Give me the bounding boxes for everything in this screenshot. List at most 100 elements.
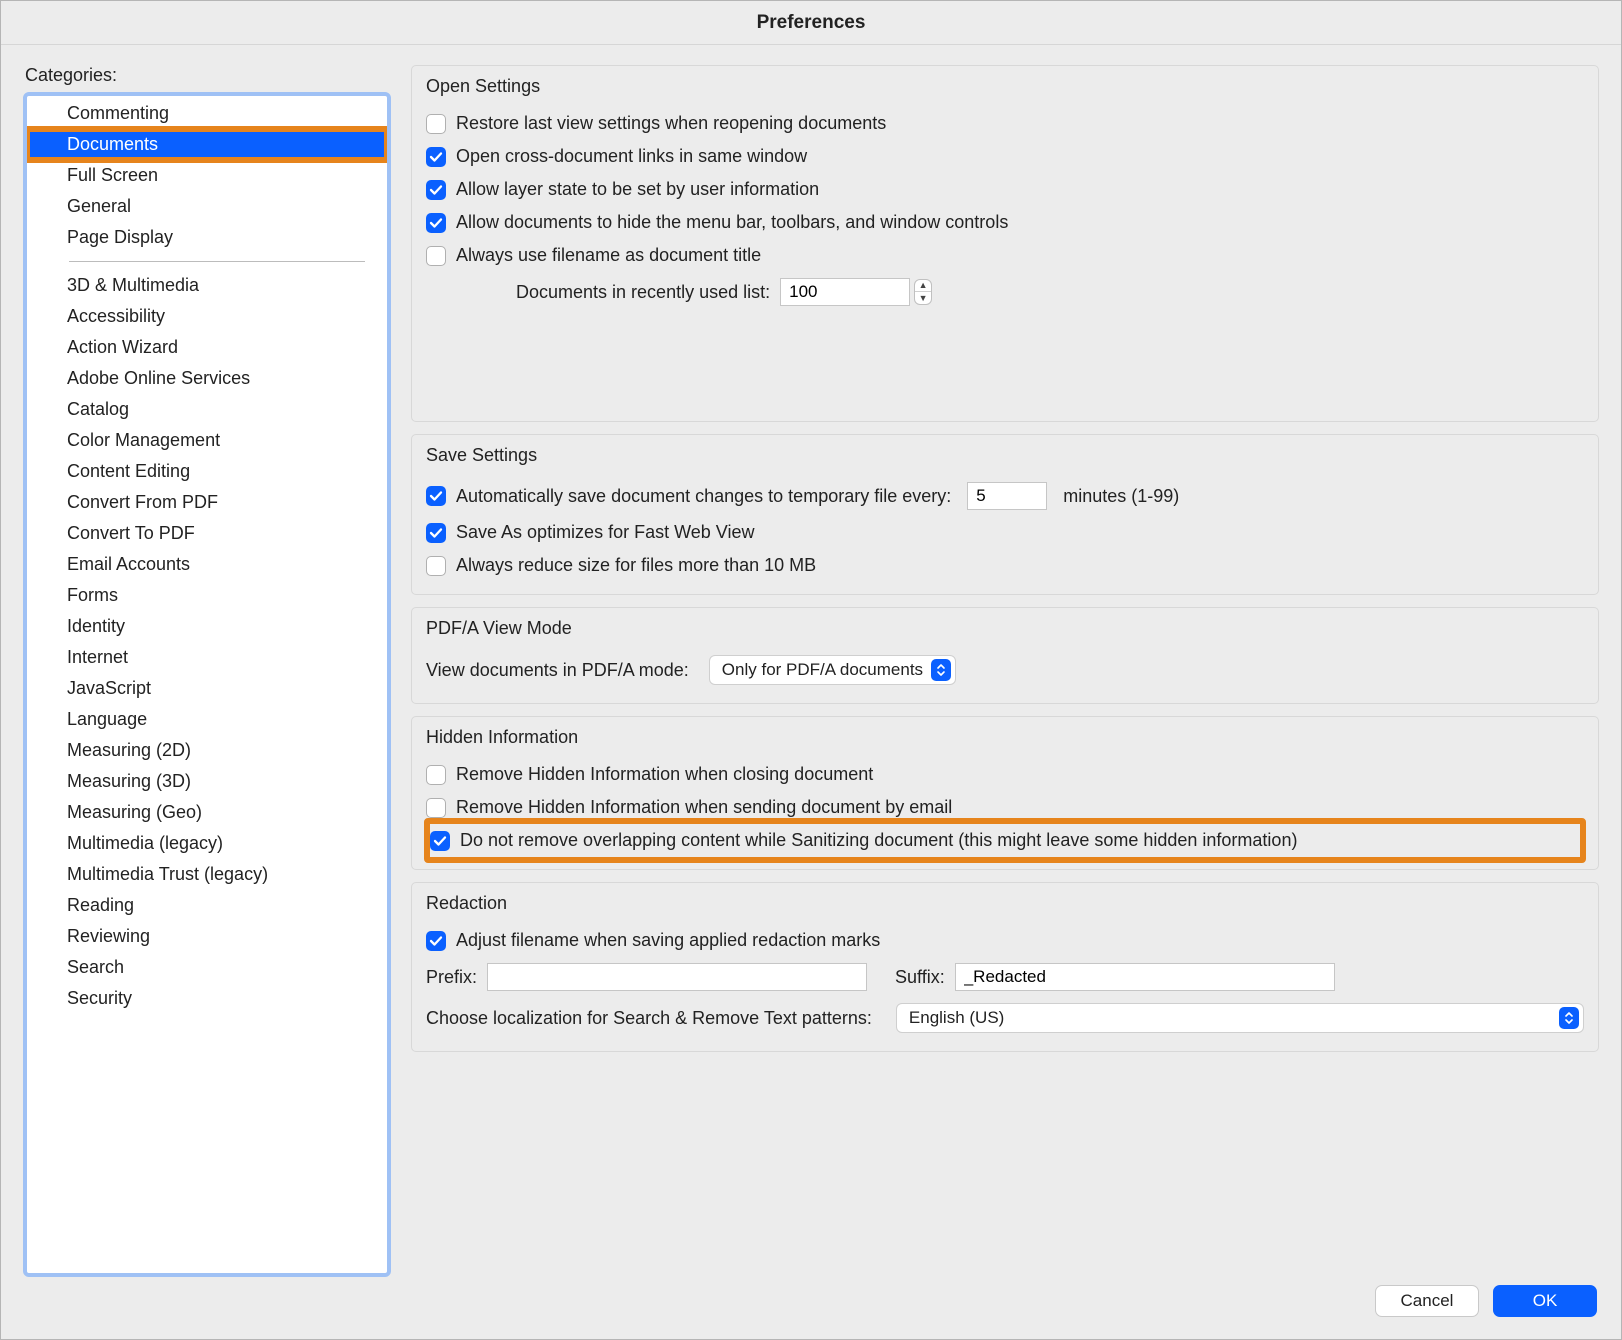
cross-links-checkbox[interactable] [426, 147, 446, 167]
suffix-input[interactable] [955, 963, 1335, 991]
filename-title-checkbox[interactable] [426, 246, 446, 266]
hide-menu-checkbox[interactable] [426, 213, 446, 233]
fast-web-checkbox[interactable] [426, 523, 446, 543]
category-item[interactable]: Internet [27, 642, 387, 673]
open-settings-section: Open Settings Restore last view settings… [411, 65, 1599, 422]
category-item[interactable]: Multimedia (legacy) [27, 828, 387, 859]
pdfa-label: View documents in PDF/A mode: [426, 660, 689, 681]
section-title: Redaction [412, 883, 1598, 918]
dialog-footer: Cancel OK [1, 1277, 1621, 1339]
categories-list[interactable]: CommentingDocumentsFull ScreenGeneralPag… [23, 92, 391, 1277]
stepper-arrows-icon[interactable]: ▲▼ [914, 279, 932, 305]
localization-row: Choose localization for Search & Remove … [426, 997, 1584, 1039]
checkbox-label: Save As optimizes for Fast Web View [456, 522, 754, 543]
category-item[interactable]: Documents [27, 129, 387, 160]
sidebar: Categories: CommentingDocumentsFull Scre… [23, 65, 391, 1277]
suffix-label: Suffix: [895, 967, 945, 988]
layer-state-checkbox[interactable] [426, 180, 446, 200]
category-item[interactable]: Email Accounts [27, 549, 387, 580]
checkbox-label: Allow layer state to be set by user info… [456, 179, 819, 200]
select-arrows-icon [931, 659, 951, 681]
adjust-filename-checkbox[interactable] [426, 931, 446, 951]
category-item[interactable]: Commenting [27, 98, 387, 129]
reduce-size-row: Always reduce size for files more than 1… [426, 549, 1584, 582]
category-item[interactable]: Action Wizard [27, 332, 387, 363]
filename-title-row: Always use filename as document title [426, 239, 1584, 272]
section-title: Hidden Information [412, 717, 1598, 752]
cancel-button[interactable]: Cancel [1375, 1285, 1479, 1317]
fast-web-row: Save As optimizes for Fast Web View [426, 516, 1584, 549]
content-area: Categories: CommentingDocumentsFull Scre… [1, 45, 1621, 1277]
category-item[interactable]: Adobe Online Services [27, 363, 387, 394]
reduce-size-checkbox[interactable] [426, 556, 446, 576]
category-item[interactable]: Reading [27, 890, 387, 921]
category-separator [69, 261, 365, 262]
category-item[interactable]: Measuring (Geo) [27, 797, 387, 828]
prefix-suffix-row: Prefix: Suffix: [426, 957, 1584, 997]
category-item[interactable]: Search [27, 952, 387, 983]
prefix-input[interactable] [487, 963, 867, 991]
category-item[interactable]: General [27, 191, 387, 222]
section-title: Save Settings [412, 435, 1598, 470]
overlap-row-highlighted: Do not remove overlapping content while … [424, 818, 1586, 863]
checkbox-label: Remove Hidden Information when closing d… [456, 764, 873, 785]
section-title: PDF/A View Mode [412, 608, 1598, 643]
recent-input[interactable] [780, 278, 910, 306]
checkbox-label: Allow documents to hide the menu bar, to… [456, 212, 1008, 233]
checkbox-label: Always reduce size for files more than 1… [456, 555, 816, 576]
category-item[interactable]: Identity [27, 611, 387, 642]
category-item[interactable]: Page Display [27, 222, 387, 253]
recent-list-row: Documents in recently used list: ▲▼ [426, 272, 1584, 312]
overlap-checkbox[interactable] [430, 831, 450, 851]
preferences-window: Preferences Categories: CommentingDocume… [0, 0, 1622, 1340]
ok-button[interactable]: OK [1493, 1285, 1597, 1317]
layer-state-row: Allow layer state to be set by user info… [426, 173, 1584, 206]
category-item[interactable]: 3D & Multimedia [27, 270, 387, 301]
category-item[interactable]: Full Screen [27, 160, 387, 191]
localization-label: Choose localization for Search & Remove … [426, 1008, 872, 1029]
category-item[interactable]: Catalog [27, 394, 387, 425]
autosave-minutes-input[interactable] [967, 482, 1047, 510]
pdfa-row: View documents in PDF/A mode: Only for P… [426, 649, 1584, 691]
localization-select[interactable]: English (US) [896, 1003, 1584, 1033]
recent-label: Documents in recently used list: [516, 282, 770, 303]
remove-email-checkbox[interactable] [426, 798, 446, 818]
category-item[interactable]: Reviewing [27, 921, 387, 952]
section-title: Open Settings [412, 66, 1598, 101]
category-item[interactable]: Content Editing [27, 456, 387, 487]
categories-label: Categories: [23, 65, 391, 86]
window-title: Preferences [1, 1, 1621, 45]
pdfa-section: PDF/A View Mode View documents in PDF/A … [411, 607, 1599, 704]
autosave-checkbox[interactable] [426, 486, 446, 506]
category-item[interactable]: Accessibility [27, 301, 387, 332]
checkbox-label: Open cross-document links in same window [456, 146, 807, 167]
category-item[interactable]: Multimedia Trust (legacy) [27, 859, 387, 890]
select-arrows-icon [1559, 1007, 1579, 1029]
category-item[interactable]: Security [27, 983, 387, 1014]
category-item[interactable]: JavaScript [27, 673, 387, 704]
redaction-section: Redaction Adjust filename when saving ap… [411, 882, 1599, 1052]
prefix-label: Prefix: [426, 967, 477, 988]
category-item[interactable]: Convert To PDF [27, 518, 387, 549]
category-item[interactable]: Measuring (2D) [27, 735, 387, 766]
restore-last-view-row: Restore last view settings when reopenin… [426, 107, 1584, 140]
save-settings-section: Save Settings Automatically save documen… [411, 434, 1599, 595]
pdfa-mode-select[interactable]: Only for PDF/A documents [709, 655, 956, 685]
category-item[interactable]: Convert From PDF [27, 487, 387, 518]
cross-links-row: Open cross-document links in same window [426, 140, 1584, 173]
checkbox-label: Remove Hidden Information when sending d… [456, 797, 952, 818]
checkbox-label: Do not remove overlapping content while … [460, 830, 1297, 851]
autosave-label-pre: Automatically save document changes to t… [456, 486, 951, 507]
category-item[interactable]: Color Management [27, 425, 387, 456]
autosave-row: Automatically save document changes to t… [426, 476, 1584, 516]
category-item[interactable]: Language [27, 704, 387, 735]
category-item[interactable]: Forms [27, 580, 387, 611]
checkbox-label: Restore last view settings when reopenin… [456, 113, 886, 134]
remove-closing-row: Remove Hidden Information when closing d… [426, 758, 1584, 791]
recent-stepper[interactable]: ▲▼ [780, 278, 932, 306]
category-item[interactable]: Measuring (3D) [27, 766, 387, 797]
select-value: English (US) [909, 1008, 1004, 1028]
remove-closing-checkbox[interactable] [426, 765, 446, 785]
restore-last-view-checkbox[interactable] [426, 114, 446, 134]
checkbox-label: Adjust filename when saving applied reda… [456, 930, 880, 951]
